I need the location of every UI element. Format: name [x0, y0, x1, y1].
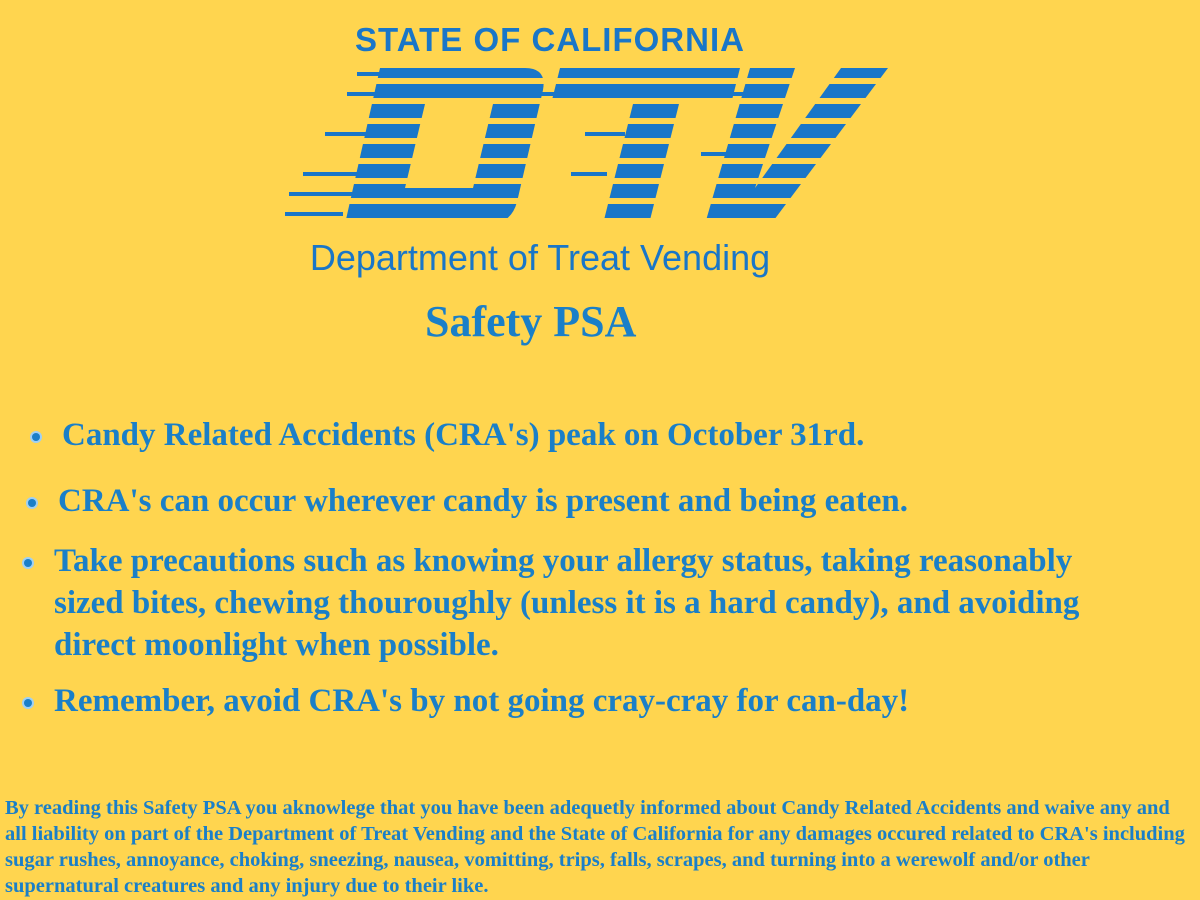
page-title: Safety PSA: [425, 297, 637, 346]
list-item: Candy Related Accidents (CRA's) peak on …: [24, 414, 1140, 456]
list-item-text: Take precautions such as knowing your al…: [54, 543, 1080, 663]
bullet-dot-icon: [28, 499, 36, 507]
list-item-text: Remember, avoid CRA's by not going cray-…: [54, 683, 910, 719]
logo-department-name: Department of Treat Vending: [309, 237, 771, 278]
bullet-dot-icon: [32, 433, 40, 441]
list-item-text: Candy Related Accidents (CRA's) peak on …: [62, 417, 865, 453]
logo-state-label: STATE OF CALIFORNIA: [355, 21, 745, 58]
bullet-dot-icon: [24, 559, 32, 567]
legal-disclaimer: By reading this Safety PSA you aknowlege…: [5, 797, 1185, 897]
list-item: Take precautions such as knowing your al…: [16, 540, 1140, 666]
list-item: Remember, avoid CRA's by not going cray-…: [16, 680, 1140, 722]
bullet-dot-icon: [24, 699, 32, 707]
list-item-text: CRA's can occur wherever candy is presen…: [58, 483, 909, 519]
dtv-logo: STATE OF CALIFORNIA Department of Treat …: [285, 20, 915, 282]
list-item: CRA's can occur wherever candy is presen…: [20, 480, 1140, 522]
psa-bullet-list: Candy Related Accidents (CRA's) peak on …: [20, 414, 1140, 722]
dtv-logo-mark: [285, 68, 888, 218]
